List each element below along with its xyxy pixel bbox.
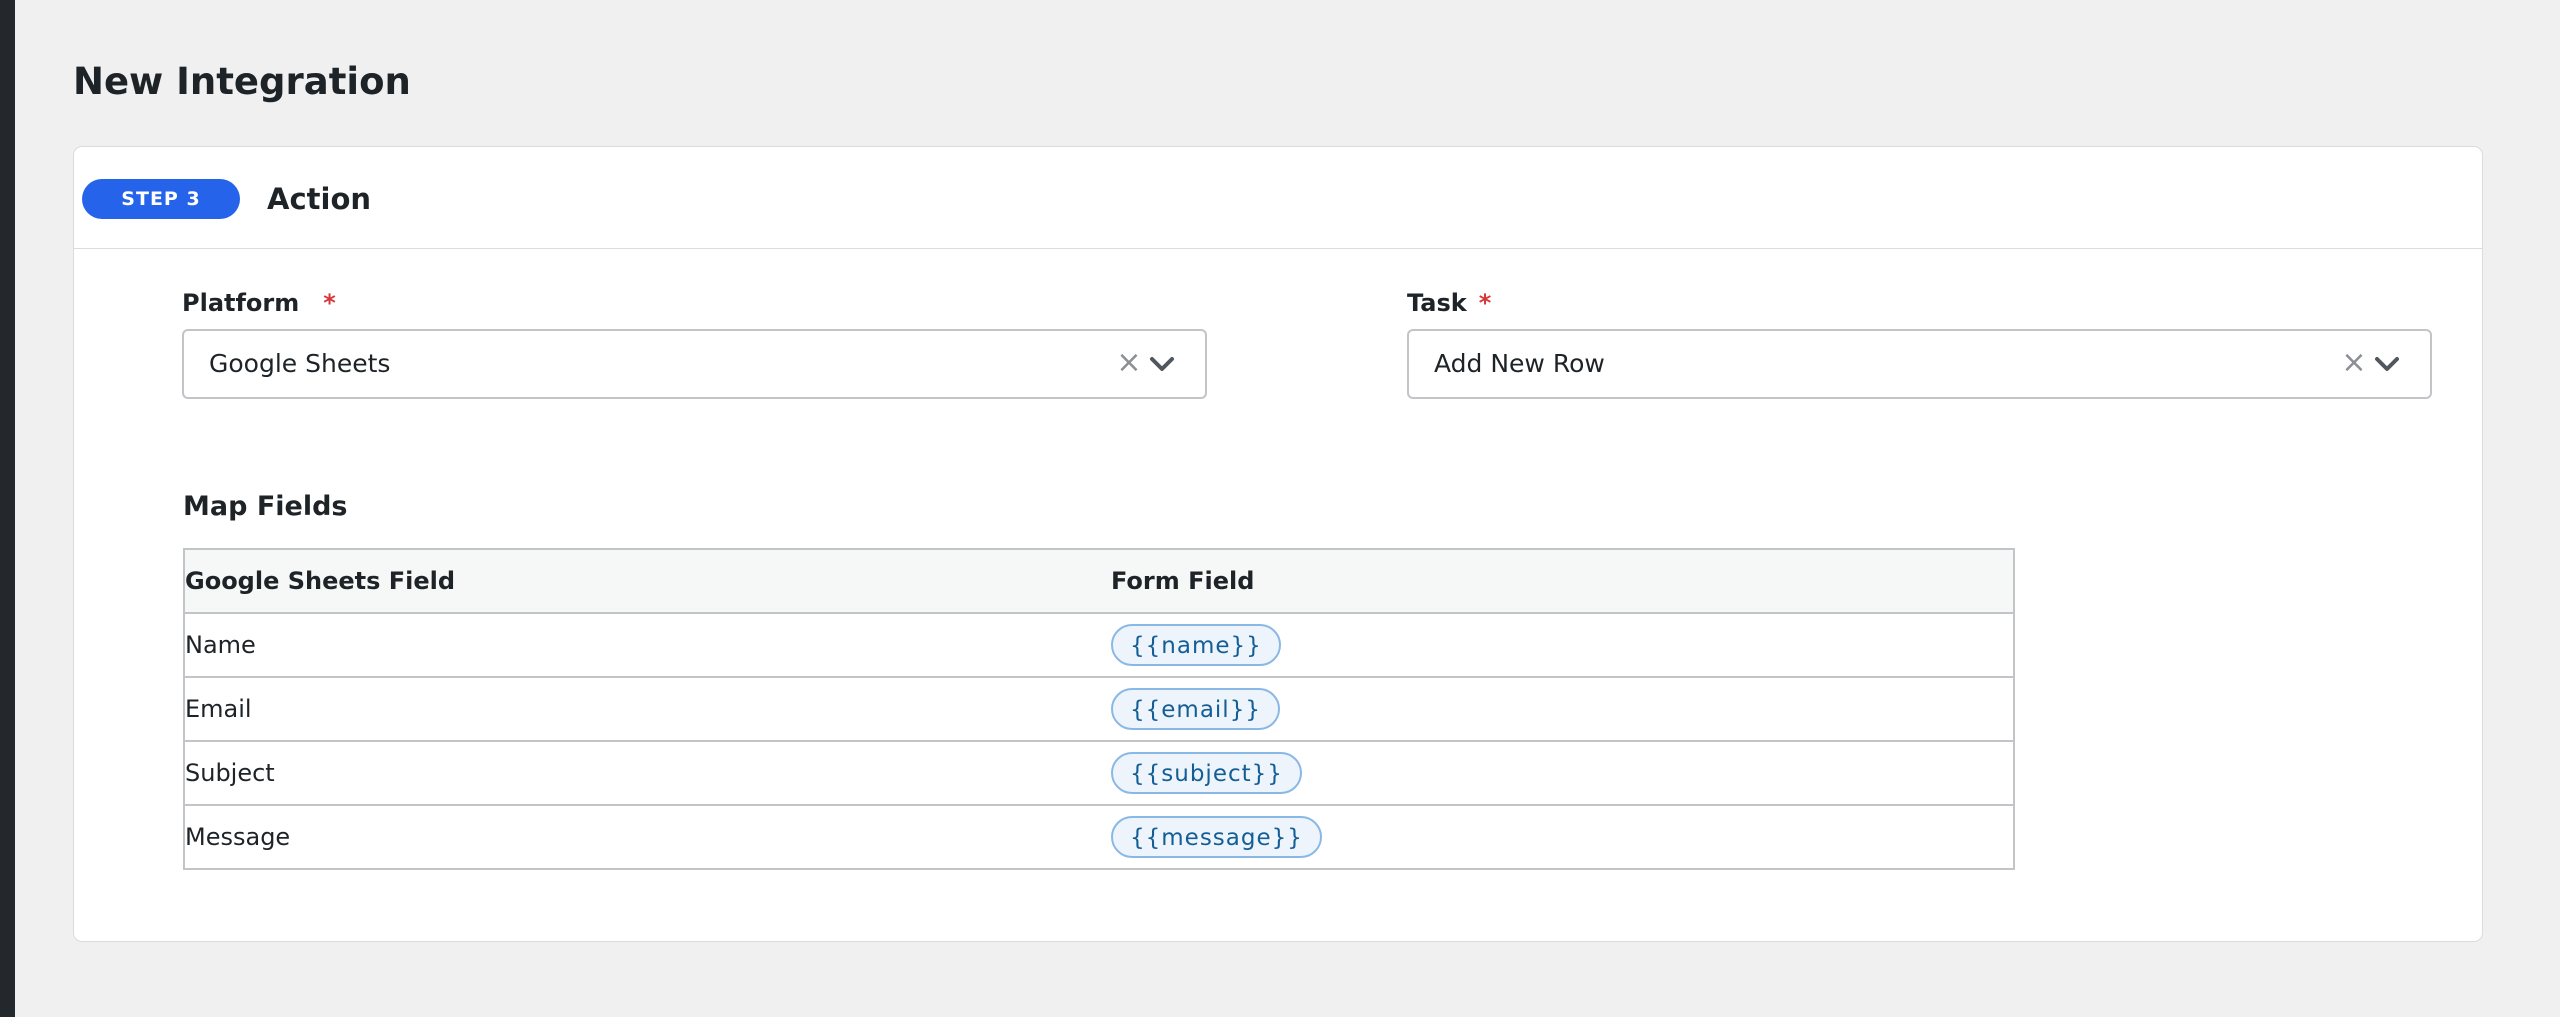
sheets-field-name: Message: [183, 804, 1111, 870]
sheets-field-name: Subject: [183, 740, 1111, 806]
step-badge: STEP 3: [82, 179, 240, 219]
admin-sidebar-edge: [0, 0, 15, 1017]
platform-required-mark: *: [323, 289, 336, 317]
column-header-sheets-field: Google Sheets Field: [183, 548, 1111, 614]
page-title: New Integration: [73, 60, 411, 103]
task-required-mark: *: [1478, 289, 1492, 317]
column-header-form-field: Form Field: [1111, 548, 2015, 614]
map-fields-title: Map Fields: [183, 491, 348, 522]
platform-select-value: Google Sheets: [209, 349, 391, 378]
form-field-cell: {{name}}: [1111, 612, 2015, 678]
form-field-cell: {{email}}: [1111, 676, 2015, 742]
platform-clear-icon[interactable]: ×: [1114, 348, 1144, 378]
table-row: Email {{email}}: [183, 676, 2015, 742]
table-row: Subject {{subject}}: [183, 740, 2015, 806]
task-clear-icon[interactable]: ×: [2339, 348, 2369, 378]
form-field-token[interactable]: {{subject}}: [1111, 752, 1302, 794]
task-select[interactable]: Add New Row ×: [1407, 329, 2432, 399]
task-chevron-down-icon[interactable]: [2373, 349, 2401, 379]
table-row: Message {{message}}: [183, 804, 2015, 870]
step-title: Action: [267, 182, 372, 216]
sheets-field-name: Name: [183, 612, 1111, 678]
platform-select[interactable]: Google Sheets ×: [182, 329, 1207, 399]
form-field-token[interactable]: {{name}}: [1111, 624, 1281, 666]
sheets-field-name: Email: [183, 676, 1111, 742]
platform-chevron-down-icon[interactable]: [1148, 349, 1176, 379]
task-label: Task *: [1407, 286, 1491, 320]
form-field-cell: {{subject}}: [1111, 740, 2015, 806]
platform-label-text: Platform: [182, 289, 300, 317]
form-field-token[interactable]: {{message}}: [1111, 816, 1322, 858]
form-field-cell: {{message}}: [1111, 804, 2015, 870]
table-row: Name {{name}}: [183, 612, 2015, 678]
task-label-text: Task: [1407, 289, 1467, 317]
step-header: STEP 3 Action: [74, 147, 2482, 249]
task-select-value: Add New Row: [1434, 349, 1605, 378]
table-header-row: Google Sheets Field Form Field: [183, 548, 2015, 614]
integration-card: STEP 3 Action Platform * Google Sheets × …: [73, 146, 2483, 942]
form-field-token[interactable]: {{email}}: [1111, 688, 1280, 730]
platform-label: Platform *: [182, 286, 336, 320]
map-fields-table: Google Sheets Field Form Field Name {{na…: [183, 548, 2015, 870]
